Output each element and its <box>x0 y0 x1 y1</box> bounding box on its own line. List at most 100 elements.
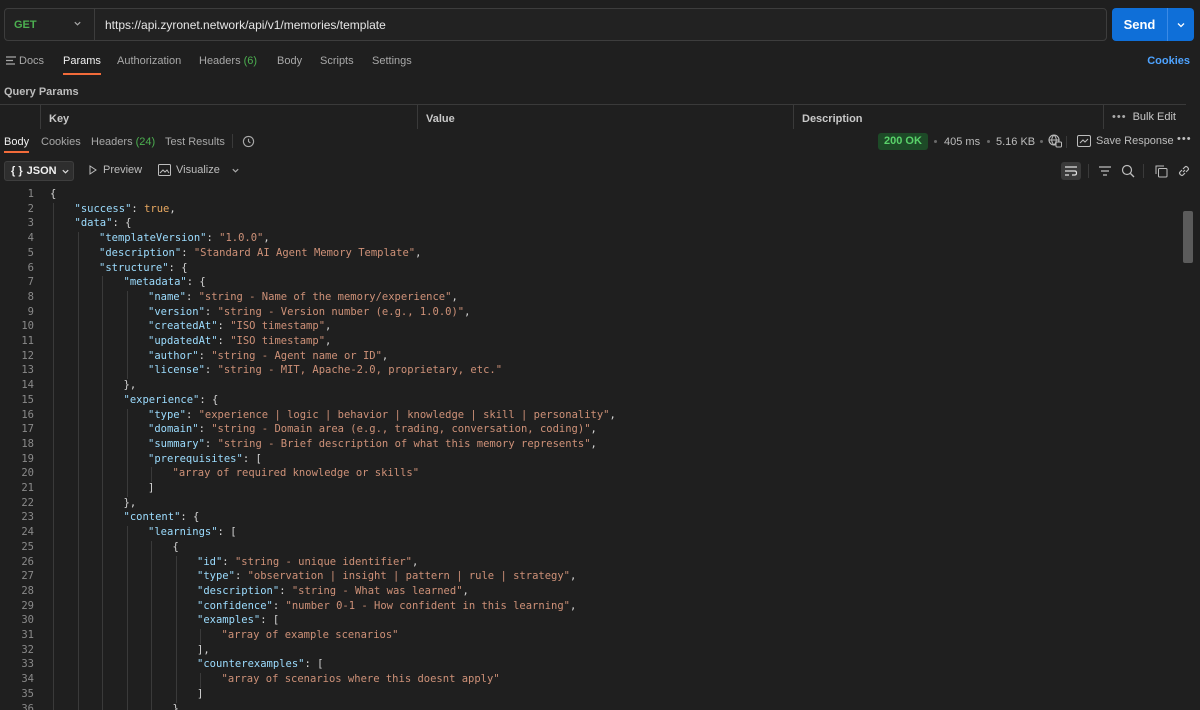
indent-guide <box>126 408 128 497</box>
more-options-icon[interactable]: ••• <box>1177 133 1192 145</box>
code-token: , <box>381 349 389 362</box>
code-line: 10 "createdAt": "ISO timestamp", <box>0 320 1180 335</box>
code-line: 23 "content": { <box>0 511 1180 526</box>
code-line: 27 "type": "observation | insight | patte… <box>0 570 1180 585</box>
response-tab-body[interactable]: Body <box>4 136 30 153</box>
query-params-table: Key Value Description ••• Bulk Edit <box>0 104 1186 129</box>
code-token: , <box>411 555 419 568</box>
code-text: "confidence": "number 0-1 - How confiden… <box>197 600 576 612</box>
code-token: "metadata" <box>123 276 187 289</box>
code-text: "author": "string - Agent name or ID", <box>148 350 388 362</box>
code-token: : <box>204 305 218 318</box>
code-line: 11 "updatedAt": "ISO timestamp", <box>0 335 1180 350</box>
send-button[interactable]: Send <box>1112 8 1194 41</box>
code-token: "type" <box>197 570 235 583</box>
code-text: "id": "string - unique identifier", <box>197 556 418 568</box>
code-token: "array of required knowledge or skills" <box>172 467 420 480</box>
code-token: "ISO timestamp" <box>230 335 326 347</box>
code-token: "number 0-1 - How confident in this lear… <box>285 599 570 612</box>
line-number: 18 <box>21 437 34 450</box>
line-number: 24 <box>21 526 34 539</box>
query-params-title: Query Params <box>4 86 79 98</box>
save-response-button[interactable]: Save Response <box>1077 135 1174 147</box>
link-icon[interactable] <box>1174 162 1194 180</box>
tab-settings[interactable]: Settings <box>372 55 412 67</box>
cookies-link[interactable]: Cookies <box>1147 55 1190 67</box>
line-number: 25 <box>21 540 34 553</box>
code-text: "version": "string - Version number (e.g… <box>148 306 470 318</box>
code-line: 33 "counterexamples": [ <box>0 658 1180 673</box>
response-tab-headers[interactable]: Headers (24) <box>91 136 155 148</box>
separator-dot <box>1040 140 1043 143</box>
code-text: "type": "observation | insight | pattern… <box>197 570 576 582</box>
line-number: 21 <box>21 482 34 494</box>
code-token: { <box>172 540 179 553</box>
code-token: : <box>185 290 199 303</box>
column-value: Value <box>417 105 794 129</box>
code-text: "createdAt": "ISO timestamp", <box>148 320 331 332</box>
code-token: , <box>570 570 577 583</box>
code-text: "type": "experience | logic | behavior |… <box>148 409 616 421</box>
divider <box>1066 136 1067 148</box>
indent-guide <box>53 202 54 710</box>
format-select[interactable]: { } JSON <box>4 161 74 181</box>
wrap-lines-icon[interactable] <box>1061 162 1081 180</box>
line-number: 26 <box>21 555 34 568</box>
code-token: "string - MIT, Apache-2.0, proprietary, … <box>217 364 503 377</box>
search-icon[interactable] <box>1118 162 1138 180</box>
code-token: : <box>279 584 292 597</box>
send-options-chevron-icon[interactable] <box>1168 20 1194 30</box>
scrollbar-thumb[interactable] <box>1183 211 1193 263</box>
code-token: "data" <box>74 217 113 230</box>
code-token: { <box>50 188 57 200</box>
tab-scripts[interactable]: Scripts <box>320 55 354 67</box>
code-line: 20 "array of required knowledge or skills… <box>0 467 1180 482</box>
response-body-code[interactable]: 1{2 "success": true, 3 "data": {4 "templateV… <box>0 187 1180 710</box>
code-line: 1{ <box>0 188 1180 203</box>
visualize-button[interactable]: Visualize <box>158 164 240 176</box>
bulk-edit-button[interactable]: ••• Bulk Edit <box>1103 105 1186 129</box>
history-icon[interactable] <box>242 135 255 151</box>
vertical-scrollbar[interactable] <box>1182 187 1194 710</box>
tab-docs[interactable]: Docs <box>6 55 44 67</box>
tab-headers-label: Headers <box>199 55 241 67</box>
code-token: : [ <box>242 452 262 465</box>
code-token: : <box>204 364 218 377</box>
preview-button[interactable]: Preview <box>88 164 142 176</box>
response-tab-test-results[interactable]: Test Results <box>165 136 225 148</box>
method-select[interactable]: GET <box>5 9 95 40</box>
line-number: 3 <box>27 217 34 230</box>
code-token: : <box>272 599 286 612</box>
code-text: "updatedAt": "ISO timestamp", <box>148 335 331 347</box>
filter-icon[interactable] <box>1095 162 1115 180</box>
line-number: 20 <box>21 467 34 480</box>
tab-headers[interactable]: Headers (6) <box>199 55 257 67</box>
code-text: "data": { <box>75 217 132 229</box>
code-token: ], <box>197 643 210 656</box>
tab-body[interactable]: Body <box>277 55 302 67</box>
code-token: : <box>234 570 248 583</box>
divider <box>1143 164 1144 178</box>
code-line: 18 "summary": "string - Brief description… <box>0 438 1180 453</box>
code-line: 34 "array of scenarios where this doesnt … <box>0 673 1180 688</box>
code-token: "ISO timestamp" <box>230 320 326 333</box>
tab-docs-label: Docs <box>19 55 45 67</box>
response-tab-cookies[interactable]: Cookies <box>41 136 81 148</box>
line-number: 8 <box>27 290 34 303</box>
code-token: : { <box>186 276 206 289</box>
indent-guide <box>151 540 152 710</box>
code-token: , <box>590 437 597 450</box>
url-input[interactable]: https://api.zyronet.network/api/v1/memor… <box>95 18 386 32</box>
code-text: ] <box>148 482 154 494</box>
tab-params[interactable]: Params <box>63 55 101 75</box>
code-token: "string - Version number (e.g., 1.0.0)" <box>217 305 465 318</box>
code-line: 6 "structure": { <box>0 262 1180 277</box>
indent-guide <box>175 555 177 703</box>
tab-authorization[interactable]: Authorization <box>117 55 181 67</box>
code-line: 22}, <box>0 497 1180 512</box>
code-text: "name": "string - Name of the memory/exp… <box>148 291 458 303</box>
network-icon[interactable] <box>1048 134 1062 151</box>
copy-icon[interactable] <box>1151 162 1171 180</box>
code-token: "array of example scenarios" <box>221 629 399 641</box>
line-number: 15 <box>21 393 34 406</box>
